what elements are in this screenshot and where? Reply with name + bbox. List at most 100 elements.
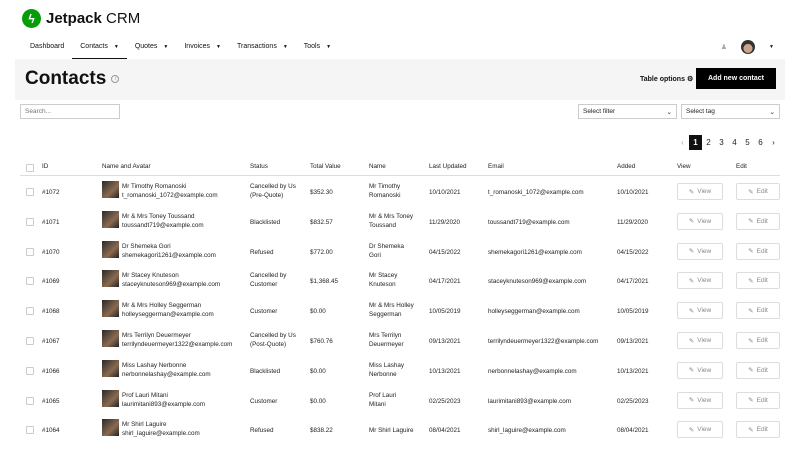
contact-avatar (102, 389, 119, 407)
notification-icon[interactable]: ♟ (721, 43, 727, 51)
nav-dashboard[interactable]: Dashboard (22, 40, 72, 59)
edit-label: Edit (756, 217, 768, 225)
contact-name-link[interactable]: Mrs Terrilyn Deuermeyer (122, 331, 191, 340)
nav-invoices[interactable]: Invoices ▼ (176, 40, 229, 59)
status-line2: Customer (250, 281, 278, 289)
last-updated: 10/05/2019 (429, 308, 461, 316)
contact-name-link[interactable]: Mr Stacey Knuteson (122, 271, 179, 280)
added-date: 11/29/2020 (617, 218, 649, 226)
page-3[interactable]: 3 (715, 135, 728, 150)
pencil-icon: ✎ (748, 277, 754, 285)
edit-button[interactable]: ✎ Edit (736, 272, 780, 290)
next-page-icon[interactable]: › (767, 135, 780, 150)
row-checkbox[interactable] (26, 307, 34, 316)
page-6[interactable]: 6 (754, 135, 767, 150)
select-tag-dropdown[interactable]: Select tag ⌄ (681, 104, 780, 119)
view-button[interactable]: ✎ View (677, 302, 723, 320)
edit-button[interactable]: ✎ Edit (736, 242, 780, 260)
row-checkbox[interactable] (26, 426, 34, 435)
row-checkbox[interactable] (26, 188, 34, 196)
view-button[interactable]: ✎ View (677, 361, 723, 379)
edit-button[interactable]: ✎ Edit (736, 183, 780, 200)
app-logo[interactable]: ϟ Jetpack CRM (22, 9, 140, 28)
row-checkbox[interactable] (26, 247, 34, 256)
added-date: 08/04/2021 (617, 427, 649, 435)
gear-icon: ⚙ (686, 76, 694, 83)
contact-name-link[interactable]: Mr Shirl Laguire (122, 420, 166, 429)
view-button[interactable]: ✎ View (677, 391, 723, 409)
contact-id: #1071 (42, 218, 60, 226)
view-label: View (697, 277, 712, 285)
contact-name-link[interactable]: Mr & Mrs Holley Seggerman (122, 301, 201, 310)
row-checkbox[interactable] (26, 337, 34, 345)
added-date: 04/15/2022 (617, 248, 649, 256)
last-updated: 11/29/2020 (429, 218, 461, 226)
page-title: Contacts i (25, 68, 120, 90)
contact-id: #1064 (42, 427, 60, 435)
column-header: Last Updated (429, 163, 467, 170)
last-updated: 04/15/2022 (429, 248, 461, 256)
chevron-down-icon: ⌄ (769, 109, 775, 116)
row-checkbox[interactable] (26, 366, 34, 375)
page-title-text: Contacts (25, 68, 107, 89)
name: Mr & Mrs Holley (369, 302, 414, 310)
pencil-icon: ✎ (688, 337, 695, 345)
email: terrilyndeuermeyer1322@example.com (488, 338, 599, 345)
table-options-button[interactable]: Table options ⚙ (640, 75, 693, 83)
edit-button[interactable]: ✎ Edit (736, 421, 780, 439)
contact-id: #1072 (42, 189, 60, 196)
contact-avatar (102, 330, 119, 347)
nav-transactions[interactable]: Transactions ▼ (229, 40, 296, 59)
edit-button[interactable]: ✎ Edit (736, 212, 780, 230)
prev-page-icon[interactable]: ‹ (676, 135, 689, 150)
total-value: $760.76 (310, 338, 333, 345)
name-line2: Seggerman (369, 311, 402, 319)
contact-name-link[interactable]: Dr Shemeka Gori (122, 242, 171, 251)
row-checkbox[interactable] (26, 217, 34, 226)
select-all-checkbox[interactable] (26, 164, 34, 172)
row-checkbox[interactable] (26, 396, 34, 405)
contact-name-link[interactable]: Mr Timothy Romanoski (122, 182, 186, 191)
edit-button[interactable]: ✎ Edit (736, 332, 780, 349)
user-avatar[interactable] (741, 40, 756, 54)
added-date: 10/13/2021 (617, 367, 649, 375)
add-new-contact-button[interactable]: Add new contact (696, 68, 776, 89)
status: Cancelled by Us (250, 332, 296, 339)
user-menu-caret-icon[interactable]: ▼ (769, 44, 774, 50)
view-button[interactable]: ✎ View (677, 421, 723, 439)
page-4[interactable]: 4 (728, 135, 741, 150)
view-button[interactable]: ✎ View (677, 212, 723, 230)
page-2[interactable]: 2 (702, 135, 715, 150)
view-button[interactable]: ✎ View (677, 332, 723, 349)
row-checkbox[interactable] (26, 277, 34, 286)
page-5[interactable]: 5 (741, 135, 754, 150)
status: Customer (250, 308, 278, 316)
page-1[interactable]: 1 (689, 135, 702, 150)
edit-button[interactable]: ✎ Edit (736, 302, 780, 320)
view-button[interactable]: ✎ View (677, 242, 723, 260)
pencil-icon: ✎ (688, 277, 695, 285)
contact-name-link[interactable]: Mr & Mrs Toney Toussand (122, 212, 195, 221)
search-input[interactable] (20, 104, 120, 119)
edit-label: Edit (756, 247, 768, 255)
edit-label: Edit (756, 277, 768, 285)
pencil-icon: ✎ (748, 337, 754, 345)
jetpack-bolt-icon: ϟ (22, 9, 41, 28)
contact-name-link[interactable]: Miss Lashay Nerbonne (122, 361, 186, 370)
nav-contacts[interactable]: Contacts ▼ (72, 40, 127, 59)
select-filter-dropdown[interactable]: Select filter ⌄ (578, 104, 677, 119)
contact-avatar (102, 419, 119, 437)
added-date: 04/17/2021 (617, 278, 649, 286)
edit-label: Edit (756, 307, 768, 315)
edit-button[interactable]: ✎ Edit (736, 391, 780, 409)
column-header: Email (488, 163, 504, 170)
edit-button[interactable]: ✎ Edit (736, 361, 780, 379)
status: Blacklisted (250, 367, 281, 375)
nav-tools[interactable]: Tools ▼ (296, 40, 339, 59)
column-header: Name and Avatar (102, 163, 151, 170)
contact-name-link[interactable]: Prof Lauri Mitani (122, 391, 168, 400)
nav-quotes[interactable]: Quotes ▼ (127, 40, 177, 59)
info-icon[interactable]: i (111, 75, 120, 83)
view-button[interactable]: ✎ View (677, 183, 723, 200)
view-button[interactable]: ✎ View (677, 272, 723, 290)
